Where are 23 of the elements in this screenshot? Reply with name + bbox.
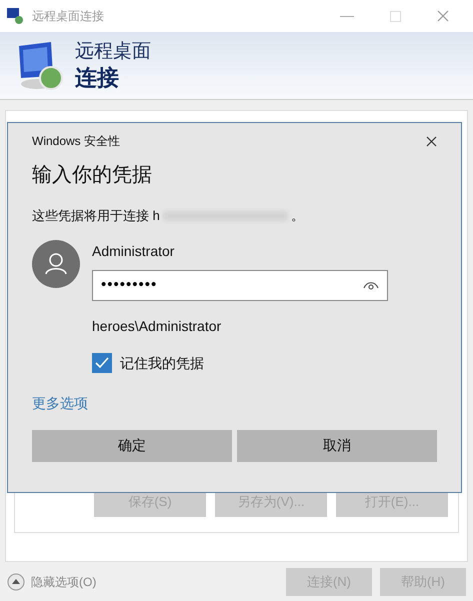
banner-title: 远程桌面 — [75, 40, 151, 64]
monitor-icon — [6, 7, 24, 25]
dialog-button[interactable]: 取消 — [237, 430, 437, 462]
options-toggle-link[interactable]: 隐藏选项(O) — [31, 573, 96, 591]
check-icon — [95, 357, 109, 369]
collapse-icon[interactable] — [7, 573, 25, 591]
password-value: ••••••••• — [101, 274, 158, 295]
checkbox[interactable] — [92, 353, 112, 373]
close-icon[interactable] — [426, 136, 437, 146]
more-options-link[interactable]: 更多选项 — [32, 392, 88, 414]
user-avatar-icon — [32, 240, 80, 288]
message-period: 。 — [290, 207, 304, 225]
account-text: heroes\Administrator — [92, 316, 222, 336]
remember-label: 记住我的凭据 — [120, 354, 204, 372]
banner-subtitle: 连接 — [75, 64, 120, 92]
window-title: 远程桌面连接 — [32, 8, 104, 25]
dialog-caption: Windows 安全性 — [32, 133, 120, 150]
eye-icon[interactable] — [363, 280, 379, 290]
password-field[interactable]: ••••••••• — [92, 270, 388, 300]
connection-message: 这些凭据将用于连接 h — [32, 207, 160, 225]
dialog-button[interactable]: 确定 — [32, 430, 232, 462]
dialog-title: 输入你的凭据 — [32, 163, 153, 188]
username-text: Administrator — [92, 242, 176, 260]
